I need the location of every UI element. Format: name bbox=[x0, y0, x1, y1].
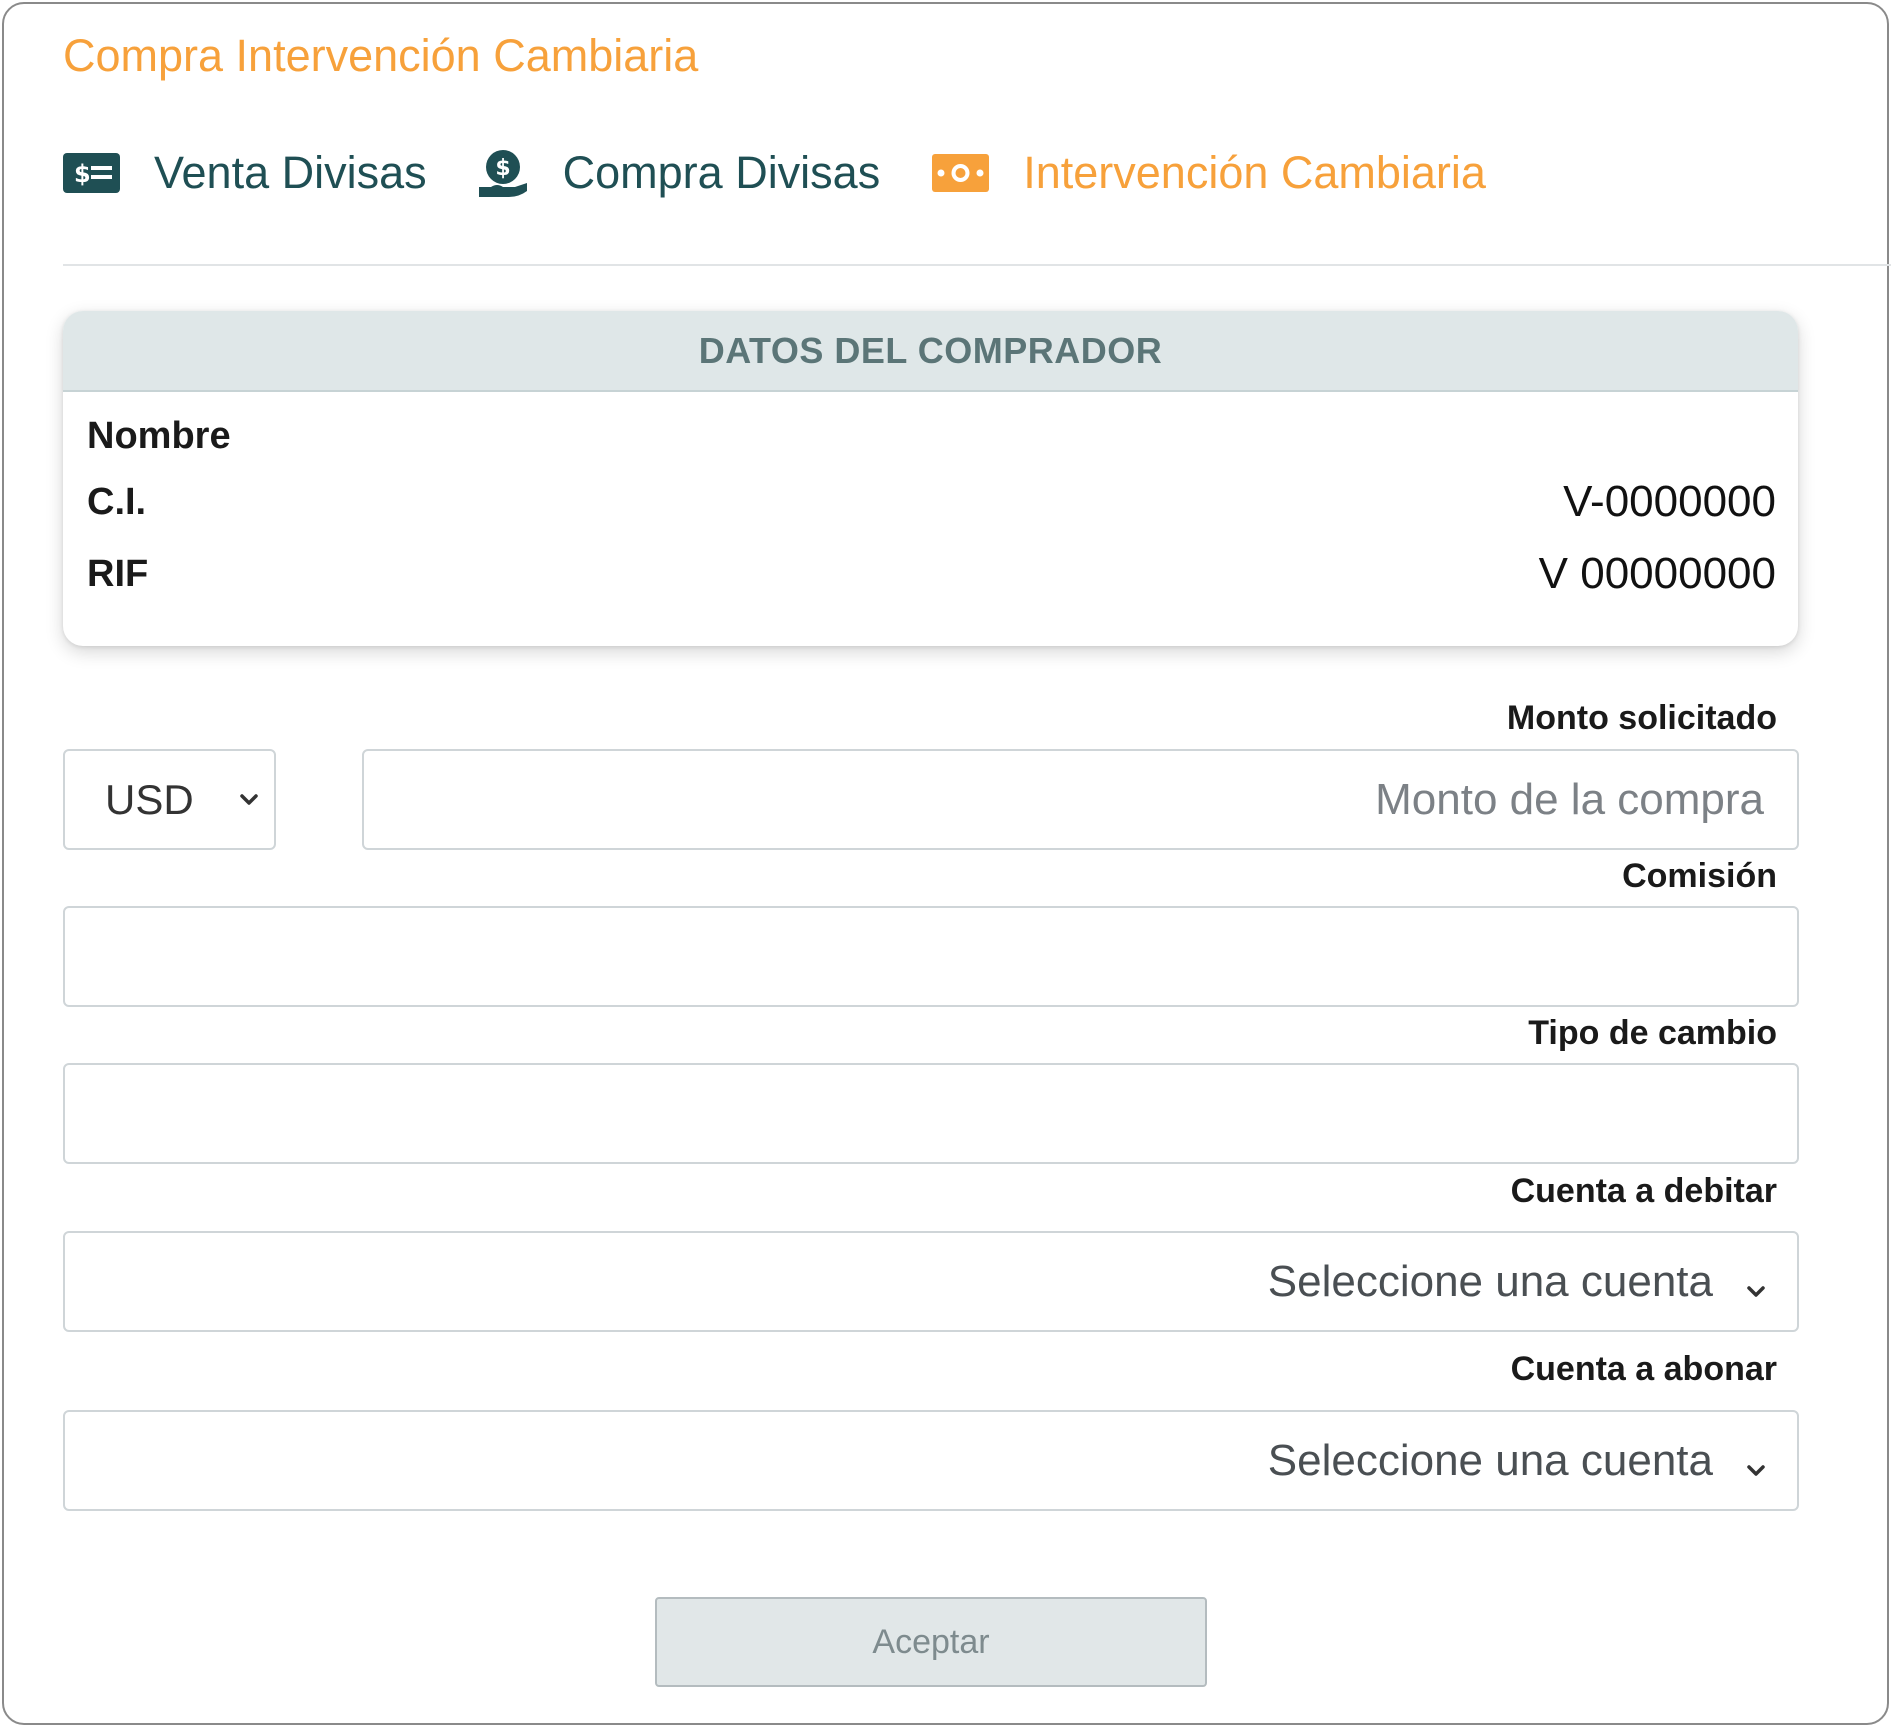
buyer-rif-label: RIF bbox=[87, 552, 149, 595]
amount-input[interactable]: Monto de la compra bbox=[362, 749, 1799, 850]
card-header: DATOS DEL COMPRADOR bbox=[63, 311, 1798, 392]
debit-account-value: Seleccione una cuenta bbox=[1267, 1256, 1713, 1306]
exchange-rate-label: Tipo de cambio bbox=[1528, 1014, 1777, 1052]
money-card-icon: $ bbox=[63, 153, 120, 193]
debit-account-select[interactable]: Seleccione una cuenta bbox=[63, 1231, 1799, 1332]
banknote-icon bbox=[932, 154, 990, 192]
tab-bar: $ Venta Divisas $ Compra Divisas Interve… bbox=[63, 138, 1486, 208]
buyer-ci-label: C.I. bbox=[87, 480, 147, 523]
tab-label: Compra Divisas bbox=[562, 147, 881, 198]
buyer-ci-value: V-0000000 bbox=[1563, 477, 1776, 526]
chevron-down-icon bbox=[234, 781, 264, 831]
currency-select[interactable]: USD bbox=[63, 749, 276, 850]
page-title: Compra Intervención Cambiaria bbox=[63, 30, 699, 81]
tab-label: Venta Divisas bbox=[154, 147, 427, 198]
amount-label: Monto solicitado bbox=[1506, 699, 1777, 737]
amount-placeholder: Monto de la compra bbox=[1375, 774, 1764, 824]
buyer-rif-row: RIF V 00000000 bbox=[87, 549, 1776, 599]
exchange-rate-input[interactable] bbox=[63, 1063, 1799, 1164]
tab-intervencion-cambiaria[interactable]: Intervención Cambiaria bbox=[932, 147, 1486, 199]
divider bbox=[63, 264, 1891, 266]
chevron-down-icon bbox=[1741, 1448, 1771, 1498]
commission-label: Comisión bbox=[1622, 857, 1777, 895]
money-hand-icon: $ bbox=[477, 147, 529, 199]
buyer-rif-value: V 00000000 bbox=[1538, 549, 1776, 598]
credit-account-select[interactable]: Seleccione una cuenta bbox=[63, 1410, 1799, 1511]
debit-account-label: Cuenta a debitar bbox=[1510, 1172, 1777, 1210]
currency-value: USD bbox=[105, 775, 194, 823]
credit-account-label: Cuenta a abonar bbox=[1510, 1350, 1777, 1388]
svg-text:$: $ bbox=[495, 156, 510, 181]
buyer-name-label: Nombre bbox=[87, 415, 231, 457]
credit-account-value: Seleccione una cuenta bbox=[1267, 1435, 1713, 1485]
buyer-name-row: Nombre bbox=[87, 415, 1776, 458]
buyer-ci-row: C.I. V-0000000 bbox=[87, 477, 1776, 527]
buyer-data-card: DATOS DEL COMPRADOR Nombre C.I. V-000000… bbox=[63, 311, 1798, 646]
tab-compra-divisas[interactable]: $ Compra Divisas bbox=[477, 147, 881, 199]
tab-label: Intervención Cambiaria bbox=[1023, 147, 1486, 198]
commission-input[interactable] bbox=[63, 906, 1799, 1007]
tab-venta-divisas[interactable]: $ Venta Divisas bbox=[63, 147, 427, 199]
chevron-down-icon bbox=[1741, 1269, 1771, 1319]
svg-text:$: $ bbox=[74, 160, 91, 188]
accept-button[interactable]: Aceptar bbox=[655, 1597, 1207, 1687]
